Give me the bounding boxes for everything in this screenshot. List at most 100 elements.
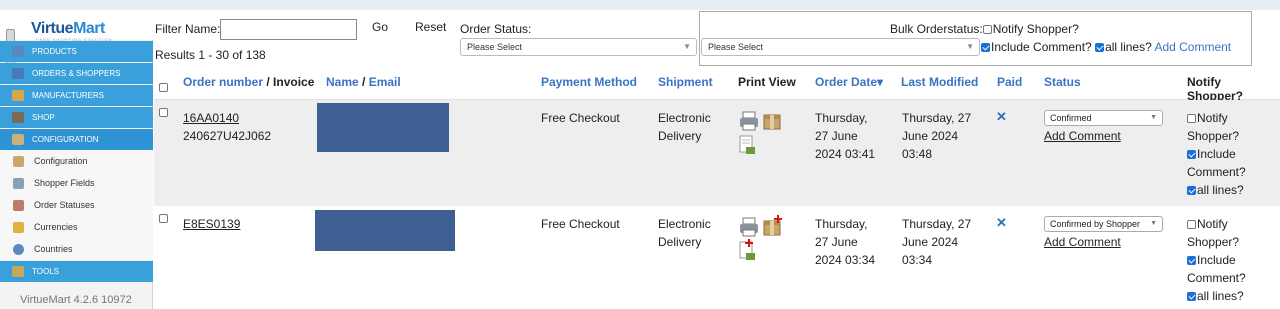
bulk-include-comment-checkbox[interactable] [981,43,990,52]
bulk-orderstatus-value: Please Select [708,42,764,52]
menu-orders-shoppers[interactable]: ORDERS & SHOPPERS [0,63,153,84]
submenu-configuration[interactable]: Configuration [0,150,153,172]
order-date: Thursday, 27 June 2024 03:34 [815,217,876,267]
submenu-label: Configuration [34,156,88,166]
bulk-all-lines-checkbox[interactable] [1095,43,1105,52]
notify-shopper-checkbox[interactable] [1187,114,1196,123]
menu-shop[interactable]: SHOP [0,107,153,128]
globe-icon [13,244,24,255]
header-name-email[interactable]: Name / Email [326,75,401,89]
menu-manufacturers[interactable]: MANUFACTURERS [0,85,153,106]
add-comment-link[interactable]: Add Comment [1044,127,1121,145]
header-order-number[interactable]: Order number / Invoice [183,75,314,89]
bulk-notify-checkbox[interactable] [982,25,992,34]
shopper-fields-icon [13,178,24,189]
bulk-options-row: Include Comment? all lines? Add Comment [981,40,1231,54]
all-lines-checkbox[interactable] [1187,186,1196,195]
menu-tools[interactable]: TOOLS [0,261,153,282]
table-row: E8ES0139 Free Checkout Electronic Deliver… [154,206,1280,309]
menu-label: CONFIGURATION [32,135,99,144]
last-modified: Thursday, 27 June 2024 03:34 [902,217,972,267]
reset-button[interactable]: Reset [415,20,446,34]
invoice-number: 240627U42J062 [183,129,272,143]
filter-name-label: Filter Name: [155,22,221,36]
shipment: Electronic Delivery [658,217,711,249]
menu-label: MANUFACTURERS [32,91,105,100]
virtuemart-logo[interactable]: VirtueMart FREE SHOPPING SOLUTION [0,10,153,42]
unpaid-x-icon[interactable]: ✕ [996,109,1007,125]
table-row: 16AA0140 240627U42J062 Free Checkout Ele… [154,100,1280,206]
header-last-modified[interactable]: Last Modified [901,75,978,89]
chevron-down-icon: ▼ [1150,220,1157,227]
payment-method: Free Checkout [541,217,620,231]
print-icon[interactable] [738,216,760,238]
sort-arrow-icon: ▾ [877,75,884,89]
order-status-label: Order Status: [460,22,532,36]
order-number-link[interactable]: 16AA0140 [183,109,239,127]
order-status-value: Please Select [467,42,523,52]
submenu-label: Shopper Fields [34,178,95,188]
package-add-icon[interactable] [762,214,784,238]
add-comment-link[interactable]: Add Comment [1044,233,1121,251]
notify-shopper-checkbox[interactable] [1187,220,1196,229]
header-paid[interactable]: Paid [997,75,1022,89]
row-checkbox[interactable] [159,214,168,223]
order-date: Thursday, 27 June 2024 03:41 [815,111,876,161]
document-add-icon[interactable] [738,238,756,262]
order-status-select[interactable]: Confirmed ▼ [1044,110,1163,126]
order-status-select[interactable]: Please Select ▼ [460,38,697,56]
menu-label: SHOP [32,113,55,122]
orders-icon [12,68,24,79]
header-print-view: Print View [738,75,796,89]
menu-label: TOOLS [32,267,59,276]
top-strip [0,0,1280,10]
header-order-date[interactable]: Order Date▾ [815,75,883,89]
include-comment-checkbox[interactable] [1187,256,1196,265]
order-number-link[interactable]: E8ES0139 [183,215,240,233]
status-value: Confirmed by Shopper [1050,219,1141,229]
tools-menu-icon [12,266,24,277]
chevron-down-icon: ▼ [966,42,974,51]
chevron-down-icon: ▼ [1150,114,1157,121]
menu-products[interactable]: PRODUCTS [0,41,153,62]
include-comment-checkbox[interactable] [1187,150,1196,159]
row-checkbox[interactable] [159,108,168,117]
order-status-select[interactable]: Confirmed by Shopper ▼ [1044,216,1163,232]
unpaid-x-icon[interactable]: ✕ [996,215,1007,231]
select-all-checkbox[interactable] [159,83,168,92]
logo-text: VirtueMart [31,20,105,37]
submenu-label: Currencies [34,222,78,232]
notify-options: Notify Shopper? Include Comment? all lin… [1187,217,1246,303]
print-icon[interactable] [738,110,760,132]
submenu-currencies[interactable]: Currencies [0,216,153,238]
tools-icon [12,134,24,145]
header-status[interactable]: Status [1044,75,1081,89]
menu-label: PRODUCTS [32,47,77,56]
sidebar: VirtueMart FREE SHOPPING SOLUTION ◀ PROD… [0,10,153,309]
package-icon[interactable] [762,110,782,132]
currencies-icon [13,222,24,233]
menu-configuration[interactable]: CONFIGURATION [0,129,153,150]
notify-options: Notify Shopper? Include Comment? all lin… [1187,111,1246,197]
all-lines-checkbox[interactable] [1187,292,1196,301]
bulk-orderstatus-select[interactable]: Please Select ▼ [701,38,980,56]
last-modified: Thursday, 27 June 2024 03:48 [902,111,972,161]
products-icon [12,46,24,57]
bulk-add-comment-link[interactable]: Add Comment [1154,40,1231,54]
submenu-countries[interactable]: Countries [0,238,153,260]
document-icon[interactable] [738,134,756,156]
order-statuses-icon [13,200,24,211]
header-payment-method[interactable]: Payment Method [541,75,637,89]
wrench-icon [12,90,24,101]
header-shipment[interactable]: Shipment [658,75,713,89]
shop-icon [12,112,24,123]
chevron-down-icon: ▼ [683,42,691,51]
bulk-include-comment-label: Include Comment? [991,40,1092,54]
results-count: Results 1 - 30 of 138 [155,48,266,62]
redacted-name-email [317,103,449,152]
go-button[interactable]: Go [372,20,388,34]
payment-method: Free Checkout [541,111,620,125]
submenu-shopper-fields[interactable]: Shopper Fields [0,172,153,194]
filter-name-input[interactable] [220,19,357,40]
submenu-order-statuses[interactable]: Order Statuses [0,194,153,216]
